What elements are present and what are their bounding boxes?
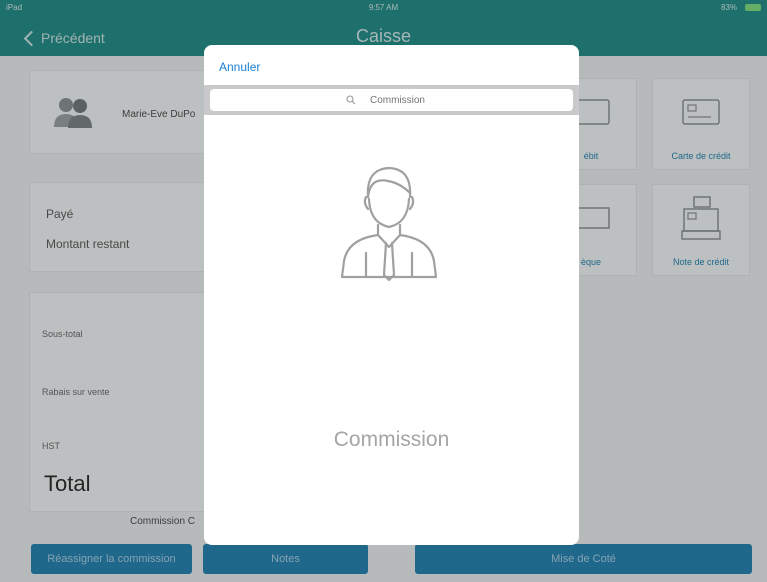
person-icon — [340, 166, 438, 281]
empty-state-label: Commission — [333, 428, 450, 451]
search-icon — [345, 95, 355, 105]
cancel-button[interactable]: Annuler — [219, 60, 260, 74]
commission-picker-modal: Annuler Commission — [204, 45, 579, 545]
search-input[interactable] — [357, 94, 438, 106]
search-field[interactable] — [210, 89, 573, 111]
search-bar — [204, 85, 579, 115]
modal-header: Annuler — [204, 45, 579, 85]
